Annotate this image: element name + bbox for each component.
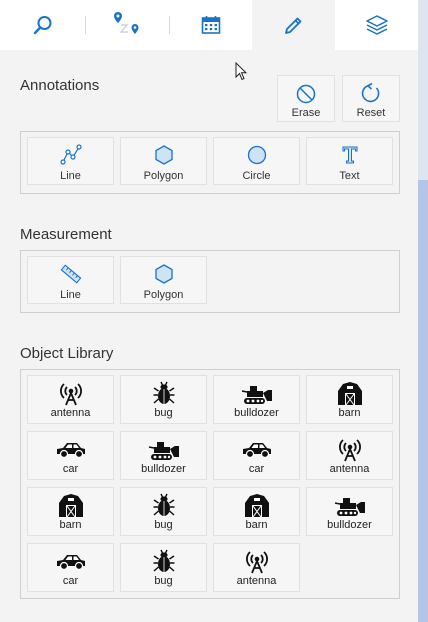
hexagon-icon: [154, 264, 173, 284]
object-label: bulldozer: [141, 463, 186, 475]
object-bug[interactable]: bug: [120, 543, 207, 592]
object-label: barn: [338, 407, 361, 419]
annotation-line-button[interactable]: Line: [27, 137, 114, 185]
barn-icon: [244, 494, 269, 517]
tool-label: Line: [60, 289, 81, 301]
object-bulldozer[interactable]: bulldozer: [213, 375, 300, 424]
bug-icon: [153, 549, 174, 572]
object-label: antenna: [50, 407, 91, 419]
right-edge-strip: [418, 0, 428, 622]
car-icon: [56, 555, 85, 571]
car-icon: [56, 443, 85, 459]
erase-button[interactable]: Erase: [277, 75, 335, 122]
route-icon: [113, 12, 138, 34]
object-barn[interactable]: barn: [213, 487, 300, 536]
annotations-title: Annotations: [20, 77, 100, 94]
tool-label: Polygon: [143, 289, 184, 301]
object-car[interactable]: car: [213, 431, 300, 480]
object-library-grid: antenna bug bulldozer barn car bulldozer…: [20, 369, 400, 599]
draw-panel: Annotations Erase Reset Line Polygon Cir…: [0, 50, 418, 622]
measurement-polygon-button[interactable]: Polygon: [120, 256, 207, 304]
circle-icon: [247, 145, 266, 165]
object-label: bug: [154, 407, 173, 419]
object-label: bug: [154, 575, 173, 587]
tab-search[interactable]: [0, 0, 85, 50]
barn-icon: [337, 382, 362, 405]
tool-label: Polygon: [143, 170, 184, 182]
measurement-line-button[interactable]: Line: [27, 256, 114, 304]
bulldozer-icon: [241, 386, 272, 404]
object-label: antenna: [329, 463, 370, 475]
object-antenna[interactable]: antenna: [306, 431, 393, 480]
search-icon: [33, 16, 51, 35]
object-label: bug: [154, 519, 173, 531]
barn-icon: [58, 494, 83, 517]
object-car[interactable]: car: [27, 431, 114, 480]
tab-layers[interactable]: [335, 0, 418, 50]
object-barn[interactable]: barn: [306, 375, 393, 424]
annotation-text-button[interactable]: Text: [306, 137, 393, 185]
erase-icon: [296, 84, 316, 104]
ruler-icon: [60, 264, 81, 284]
tool-label: Text: [339, 170, 360, 182]
object-barn[interactable]: barn: [27, 487, 114, 536]
annotation-circle-button[interactable]: Circle: [213, 137, 300, 185]
object-label: car: [62, 575, 79, 587]
car-icon: [242, 443, 271, 459]
tool-label: Line: [60, 170, 81, 182]
antenna-icon: [338, 439, 361, 462]
tab-draw[interactable]: [252, 0, 335, 50]
bulldozer-icon: [334, 498, 365, 516]
measurement-tools: Line Polygon: [20, 250, 400, 313]
reset-label: Reset: [356, 107, 386, 119]
annotation-polygon-button[interactable]: Polygon: [120, 137, 207, 185]
object-label: car: [248, 463, 265, 475]
antenna-icon: [59, 383, 82, 406]
annotations-tools: Line Polygon Circle Text: [20, 131, 400, 194]
reset-icon: [361, 82, 380, 103]
hexagon-icon: [154, 145, 173, 165]
tab-route[interactable]: [86, 0, 169, 50]
layers-icon: [365, 15, 388, 35]
calendar-icon: [201, 16, 221, 34]
tool-label: Circle: [242, 170, 271, 182]
tab-calendar[interactable]: [170, 0, 252, 50]
bug-icon: [153, 381, 174, 404]
object-car[interactable]: car: [27, 543, 114, 592]
bug-icon: [153, 493, 174, 516]
object-label: bulldozer: [327, 519, 372, 531]
object-library-title: Object Library: [20, 345, 114, 362]
polyline-icon: [59, 144, 82, 165]
text-icon: [342, 146, 357, 164]
object-bug[interactable]: bug: [120, 375, 207, 424]
object-label: car: [62, 463, 79, 475]
antenna-icon: [245, 551, 268, 574]
erase-label: Erase: [291, 107, 321, 119]
pencil-icon: [284, 17, 301, 34]
object-bulldozer[interactable]: bulldozer: [120, 431, 207, 480]
object-bug[interactable]: bug: [120, 487, 207, 536]
object-antenna[interactable]: antenna: [213, 543, 300, 592]
object-bulldozer[interactable]: bulldozer: [306, 487, 393, 536]
object-label: barn: [59, 519, 82, 531]
mouse-cursor-icon: [235, 62, 248, 81]
measurement-title: Measurement: [20, 226, 112, 243]
reset-button[interactable]: Reset: [342, 75, 400, 122]
object-label: bulldozer: [234, 407, 279, 419]
object-label: antenna: [236, 575, 277, 587]
object-antenna[interactable]: antenna: [27, 375, 114, 424]
tab-bar: [0, 0, 418, 50]
bulldozer-icon: [148, 442, 179, 460]
object-label: barn: [245, 519, 268, 531]
